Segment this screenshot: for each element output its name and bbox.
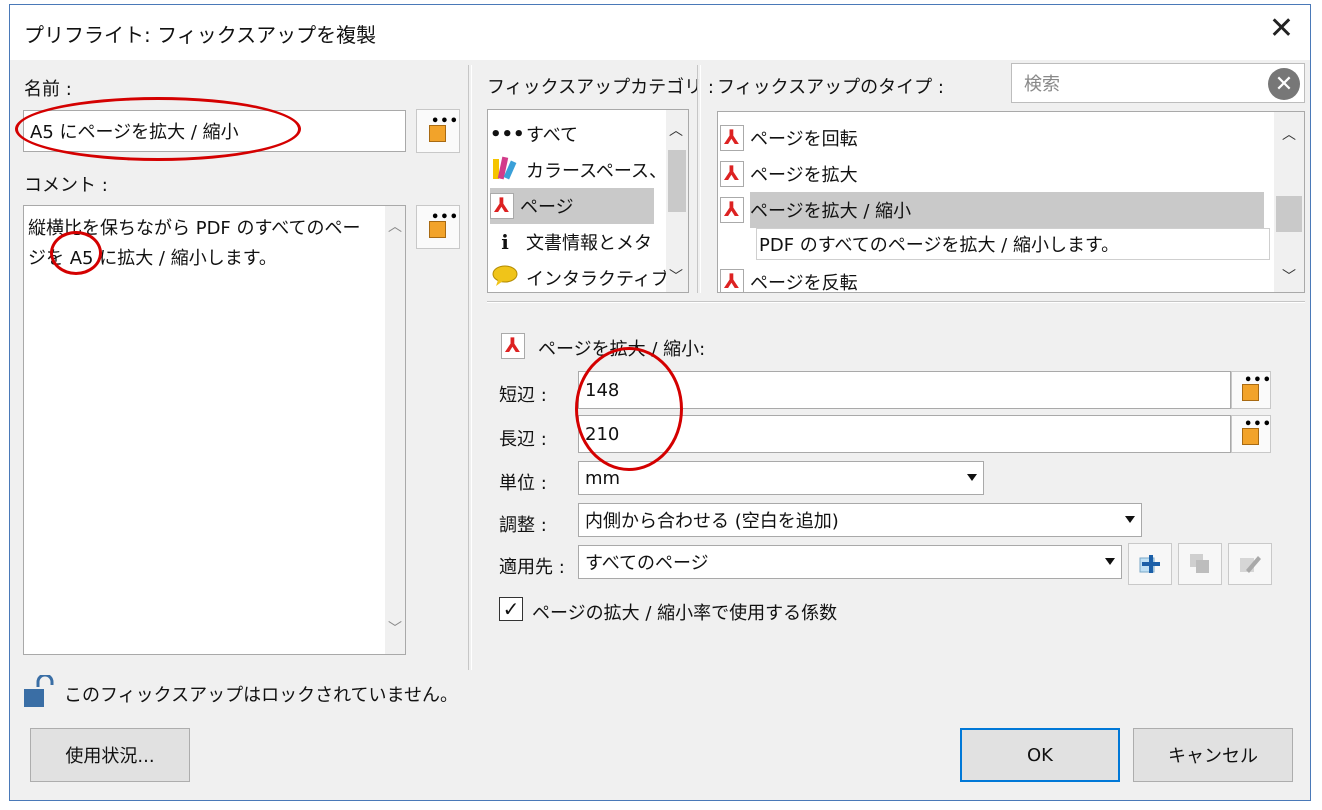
pdf-icon xyxy=(720,197,744,223)
scroll-thumb[interactable] xyxy=(668,150,686,212)
long-side-input[interactable]: 210 xyxy=(578,415,1231,453)
dots-icon: ••• xyxy=(490,123,525,145)
scale-factor-checkbox[interactable]: ✓ xyxy=(499,597,523,621)
comment-line: ジを A5 に拡大 / 縮小します。 xyxy=(28,248,277,269)
category-item-colorspace[interactable]: カラースペース、特 xyxy=(490,152,685,188)
pdf-icon xyxy=(720,125,744,151)
info-icon: i xyxy=(501,230,509,254)
category-item-all[interactable]: ••• すべて xyxy=(490,116,665,152)
type-item-rotate[interactable]: ページを回転 xyxy=(720,120,1270,156)
category-list[interactable]: ••• すべて カラースペース、特 ページ i 文書情報とメタ インタラクティブ… xyxy=(487,109,689,293)
scroll-up-icon[interactable]: ︿ xyxy=(388,212,402,242)
unit-select[interactable]: mm xyxy=(578,461,984,495)
category-label: フィックスアップカテゴリ : xyxy=(487,77,714,98)
short-side-input[interactable]: 148 xyxy=(578,371,1231,409)
close-icon[interactable]: ✕ xyxy=(1269,11,1294,46)
scroll-down-icon[interactable]: ﹀ xyxy=(388,614,402,644)
params-header: ページを拡大 / 縮小: xyxy=(538,339,706,360)
comment-line: 縦横比を保ちながら PDF のすべてのペー xyxy=(28,218,361,239)
category-item-docinfo[interactable]: i 文書情報とメタ xyxy=(490,224,665,260)
unit-label: 単位 : xyxy=(499,473,547,494)
lock-status-text: このフィックスアップはロックされていません。 xyxy=(64,685,459,706)
variable-icon: ••• xyxy=(427,211,458,239)
fixup-dialog: プリフライト: フィックスアップを複製 ✕ 名前 : A5 にページを拡大 / … xyxy=(9,4,1311,801)
category-item-page[interactable]: ページ xyxy=(490,188,654,224)
adjust-label: 調整 : xyxy=(499,515,547,536)
comment-label: コメント : xyxy=(24,175,108,196)
params-splitter[interactable] xyxy=(487,301,1305,303)
clear-search-icon[interactable]: ✕ xyxy=(1268,68,1300,100)
plus-icon xyxy=(1139,555,1160,573)
unlock-icon xyxy=(24,673,54,709)
chevron-down-icon xyxy=(1105,558,1115,565)
long-side-label: 長辺 : xyxy=(499,429,547,450)
chevron-down-icon xyxy=(1125,516,1135,523)
pdf-icon xyxy=(501,333,525,359)
apply-to-select[interactable]: すべてのページ xyxy=(578,545,1122,579)
add-pages-button[interactable] xyxy=(1128,543,1172,585)
cancel-button[interactable]: キャンセル xyxy=(1133,728,1293,782)
variable-icon: ••• xyxy=(427,115,458,143)
scroll-thumb[interactable] xyxy=(1276,196,1302,232)
title-bar: プリフライト: フィックスアップを複製 ✕ xyxy=(10,5,1310,60)
type-item-description: PDF のすべてのページを拡大 / 縮小します。 xyxy=(756,228,1270,260)
type-item-enlarge[interactable]: ページを拡大 xyxy=(720,156,1270,192)
search-input[interactable]: 検索 ✕ xyxy=(1011,63,1305,103)
variable-icon: ••• xyxy=(1240,374,1271,402)
long-side-variable-button[interactable]: ••• xyxy=(1231,415,1271,453)
duplicate-pages-button[interactable] xyxy=(1178,543,1222,585)
comment-textarea[interactable]: 縦横比を保ちながら PDF のすべてのペー ジを A5 に拡大 / 縮小します。… xyxy=(23,205,406,655)
category-scrollbar[interactable]: ︿ ﹀ xyxy=(666,110,688,292)
pencil-icon xyxy=(1240,556,1261,573)
apply-to-label: 適用先 : xyxy=(499,557,565,578)
scale-factor-label: ページの拡大 / 縮小率で使用する係数 xyxy=(532,603,838,624)
name-variable-button[interactable]: ••• xyxy=(416,109,460,153)
scroll-up-icon[interactable]: ︿ xyxy=(1282,124,1296,144)
comment-variable-button[interactable]: ••• xyxy=(416,205,460,249)
pdf-icon xyxy=(720,161,744,187)
scroll-up-icon[interactable]: ︿ xyxy=(669,120,683,140)
usage-button[interactable]: 使用状況... xyxy=(30,728,190,782)
scroll-down-icon[interactable]: ﹀ xyxy=(669,266,683,286)
comment-scrollbar[interactable]: ︿ ﹀ xyxy=(385,206,405,654)
pdf-icon xyxy=(720,269,744,292)
name-label: 名前 : xyxy=(24,79,72,100)
chevron-down-icon xyxy=(967,474,977,481)
pdf-icon xyxy=(490,193,514,219)
type-item-scale[interactable]: ページを拡大 / 縮小 xyxy=(720,192,1270,228)
copy-icon xyxy=(1190,554,1209,573)
list-splitter[interactable] xyxy=(697,65,701,293)
name-input[interactable]: A5 にページを拡大 / 縮小 xyxy=(23,110,406,152)
comment-icon xyxy=(490,265,520,292)
variable-icon: ••• xyxy=(1240,418,1271,446)
ok-button[interactable]: OK xyxy=(960,728,1120,782)
type-item-flip[interactable]: ページを反転 xyxy=(720,264,1270,292)
scroll-down-icon[interactable]: ﹀ xyxy=(1282,266,1296,286)
type-label: フィックスアップのタイプ : xyxy=(717,77,944,98)
short-side-label: 短辺 : xyxy=(499,385,547,406)
color-swatch-icon xyxy=(490,155,520,186)
type-scrollbar[interactable]: ︿ ﹀ xyxy=(1274,112,1304,292)
short-side-variable-button[interactable]: ••• xyxy=(1231,371,1271,409)
edit-pages-button[interactable] xyxy=(1228,543,1272,585)
adjust-select[interactable]: 内側から合わせる (空白を追加) xyxy=(578,503,1142,537)
category-item-interactive[interactable]: インタラクティブか xyxy=(490,260,687,292)
window-title: プリフライト: フィックスアップを複製 xyxy=(24,23,377,47)
pane-splitter[interactable] xyxy=(468,65,472,670)
type-list[interactable]: ページを回転 ページを拡大 ページを拡大 / 縮小 PDF のすべてのページを拡… xyxy=(717,111,1305,293)
